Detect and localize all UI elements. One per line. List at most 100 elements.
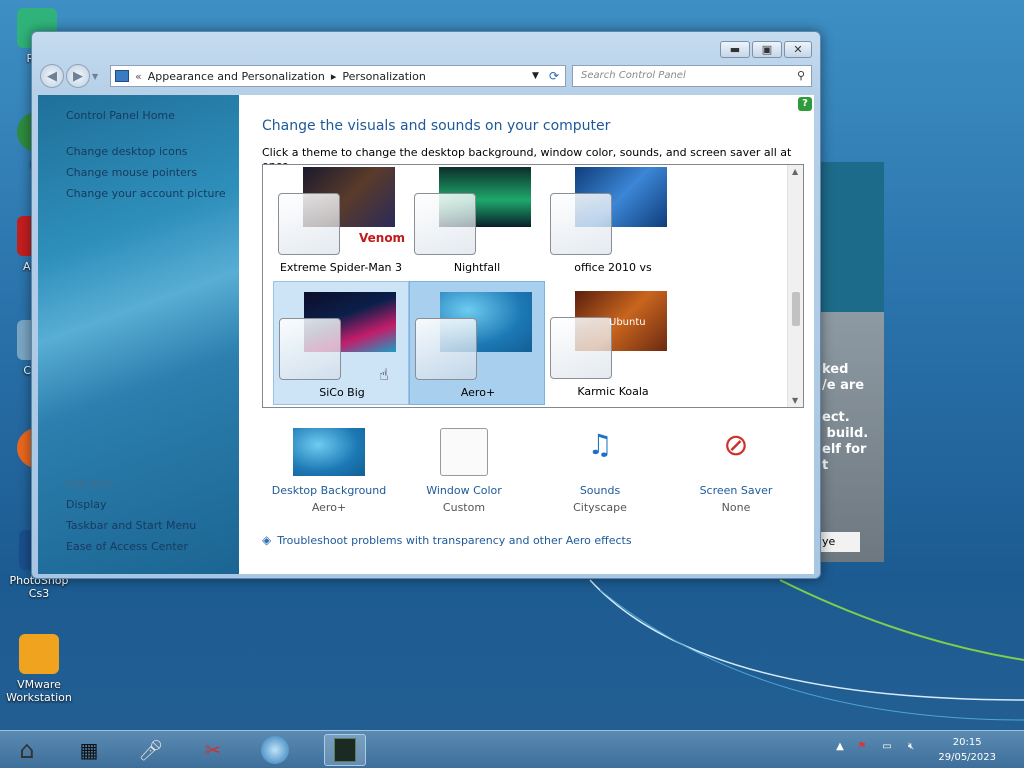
theme-tile-karmic-koala[interactable]: Ubuntu Karmic Koala [545, 281, 681, 405]
maximize-icon: ▣ [761, 43, 773, 56]
theme-frame [414, 193, 476, 255]
microphone-icon: 🎤︎ [138, 738, 164, 762]
close-icon: ✕ [793, 43, 803, 56]
theme-tile-spiderman[interactable]: Venom Extreme Spider-Man 3 [273, 165, 409, 281]
theme-tile-sico-big[interactable]: SiCo Big [273, 281, 409, 405]
clock-date: 29/05/2023 [938, 752, 996, 763]
troubleshoot-icon: ◈ [262, 533, 272, 547]
sidebar-link-taskbar[interactable]: Taskbar and Start Menu [66, 519, 196, 532]
maximize-button[interactable]: ▣ [752, 41, 782, 58]
desktop-background-icon [293, 428, 365, 476]
control-panel-icon [115, 70, 129, 82]
taskbar-start[interactable] [254, 734, 296, 766]
sidebar-link-display[interactable]: Display [66, 498, 107, 511]
theme-frame [550, 193, 612, 255]
theme-frame [278, 193, 340, 255]
search-icon[interactable]: ⚲ [797, 69, 805, 82]
content-pane: ? Change the visuals and sounds on your … [239, 95, 814, 574]
snipping-tool-icon: ✂ [204, 738, 222, 762]
theme-tile-nightfall[interactable]: Nightfall [409, 165, 545, 281]
theme-label: Aero+ [460, 386, 496, 399]
address-dropdown-icon[interactable]: ▼ [532, 71, 539, 81]
theme-list: Venom Extreme Spider-Man 3 Nightfall off… [262, 164, 804, 408]
taskbar-snipping[interactable]: ✂ [192, 734, 234, 766]
option-sounds[interactable]: ♫ Sounds Cityscape [540, 428, 660, 514]
search-placeholder: Search Control Panel [581, 70, 686, 81]
action-center-icon[interactable]: ⚑ [855, 741, 869, 755]
option-value: None [721, 501, 751, 514]
background-window[interactable]: ked /e are ect. build. elf for t ye [812, 162, 884, 562]
screen-saver-icon: ⊘ [723, 428, 749, 463]
back-arrow-icon: ◀ [47, 68, 57, 84]
option-value: Aero+ [311, 501, 347, 514]
terminal-icon [334, 738, 356, 762]
desktop-icon-vmware[interactable]: VMware Workstation [4, 634, 74, 704]
theme-overlay-text: Ubuntu [609, 317, 646, 328]
taskbar: ⌂ ▦ 🎤︎ ✂ ▲ ⚑ ▭ 🔇︎ 20:15 29/05/2023 [0, 730, 1024, 768]
theme-label: SiCo Big [319, 386, 365, 399]
theme-label: Extreme Spider-Man 3 [279, 261, 403, 274]
breadcrumb-overflow-icon[interactable]: « [135, 70, 142, 83]
option-value: Cityscape [573, 501, 627, 514]
breadcrumb-appearance[interactable]: Appearance and Personalization [148, 70, 325, 83]
recent-pages-dropdown[interactable]: ▼ [92, 72, 98, 81]
option-value: Custom [442, 501, 486, 514]
taskbar-microphone[interactable]: 🎤︎ [130, 734, 172, 766]
page-title: Change the visuals and sounds on your co… [262, 118, 611, 134]
volume-muted-icon[interactable]: 🔇︎ [904, 741, 918, 755]
address-bar[interactable]: « Appearance and Personalization ▸ Perso… [110, 65, 566, 87]
background-window-button[interactable]: ye [818, 532, 860, 552]
theme-list-scrollbar[interactable]: ▲ ▼ [787, 165, 803, 407]
theme-label: office 2010 vs [574, 261, 652, 274]
personalization-window: ▬ ▣ ✕ ◀ ▶ ▼ « Appearance and Personaliza… [31, 31, 821, 579]
home-icon: ⌂ [19, 736, 35, 764]
theme-overlay-text: Venom [359, 231, 406, 245]
scrollbar-thumb[interactable] [792, 292, 800, 326]
close-button[interactable]: ✕ [784, 41, 812, 58]
option-name: Screen Saver [699, 484, 773, 497]
theme-label: Karmic Koala [577, 385, 649, 398]
taskbar-control-panel[interactable] [324, 734, 366, 766]
breadcrumb-personalization[interactable]: Personalization [342, 70, 425, 83]
windows-orb-icon [261, 736, 289, 764]
option-desktop-background[interactable]: Desktop Background Aero+ [269, 428, 389, 514]
taskbar-home[interactable]: ⌂ [6, 734, 48, 766]
option-name: Sounds [579, 484, 621, 497]
refresh-icon[interactable]: ⟳ [549, 69, 559, 83]
forward-button[interactable]: ▶ [66, 64, 90, 88]
troubleshoot-link[interactable]: ◈ Troubleshoot problems with transparenc… [262, 533, 632, 547]
theme-tile-office2010[interactable]: office 2010 vs [545, 165, 681, 281]
forward-arrow-icon: ▶ [73, 68, 83, 84]
scroll-down-icon[interactable]: ▼ [792, 396, 798, 405]
vmware-icon [19, 634, 59, 674]
breadcrumb-separator-icon[interactable]: ▸ [331, 70, 337, 83]
sidebar-link-desktop-icons[interactable]: Change desktop icons [66, 145, 188, 158]
caption-buttons: ▬ ▣ ✕ [720, 41, 812, 58]
option-window-color[interactable]: Window Color Custom [404, 428, 524, 514]
clock-time: 20:15 [952, 737, 982, 748]
option-name: Desktop Background [271, 484, 387, 497]
sidebar-link-home[interactable]: Control Panel Home [66, 109, 175, 122]
theme-label: Nightfall [453, 261, 501, 274]
tray-expand-icon[interactable]: ▲ [833, 741, 847, 755]
sidebar-link-ease-of-access[interactable]: Ease of Access Center [66, 540, 188, 553]
scroll-up-icon[interactable]: ▲ [792, 167, 798, 176]
sidebar-link-account-picture[interactable]: Change your account picture [66, 187, 226, 200]
mouse-cursor-icon: ☝ [379, 365, 389, 384]
taskbar-file-manager[interactable]: ▦ [68, 734, 110, 766]
system-clock[interactable]: 20:15 29/05/2023 [938, 735, 996, 765]
sidebar-link-mouse-pointers[interactable]: Change mouse pointers [66, 166, 197, 179]
window-color-icon [440, 428, 488, 476]
network-icon[interactable]: ▭ [880, 741, 894, 755]
nav-buttons: ◀ ▶ ▼ [40, 64, 98, 88]
help-button[interactable]: ? [798, 97, 812, 111]
minimize-button[interactable]: ▬ [720, 41, 750, 58]
back-button[interactable]: ◀ [40, 64, 64, 88]
option-screen-saver[interactable]: ⊘ Screen Saver None [676, 428, 796, 514]
theme-tile-aero-plus[interactable]: Aero+ [409, 281, 545, 405]
theme-frame [550, 317, 612, 379]
background-window-text: ked /e are ect. build. elf for t [822, 362, 869, 473]
theme-frame [415, 318, 477, 380]
search-input[interactable]: Search Control Panel ⚲ [572, 65, 812, 87]
sidebar: Control Panel Home Change desktop icons … [38, 95, 239, 574]
